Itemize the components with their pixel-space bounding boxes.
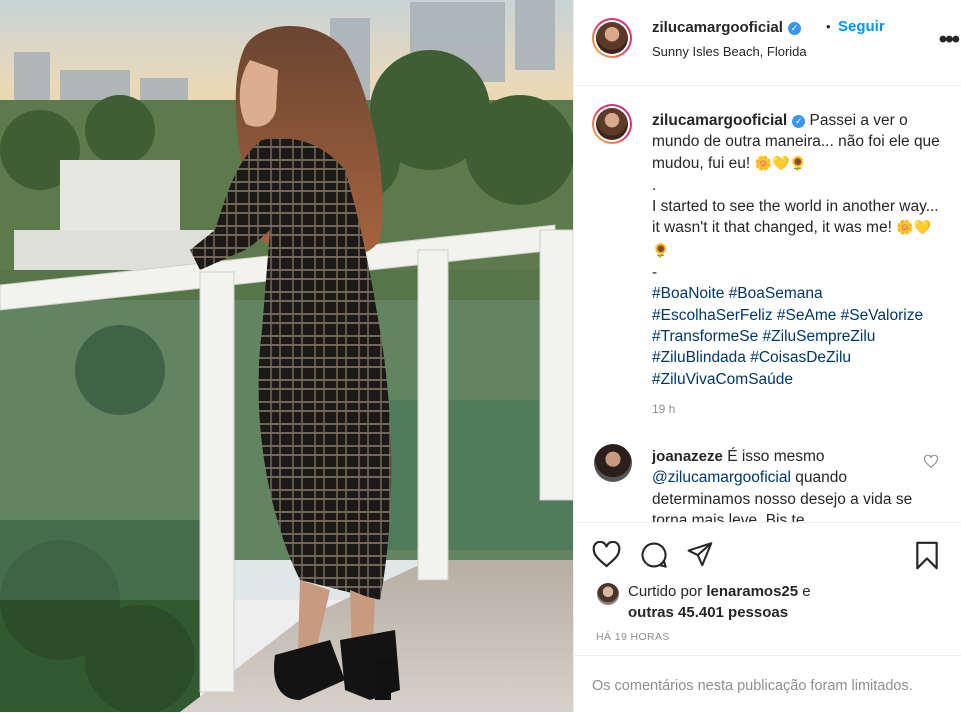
author-avatar[interactable] xyxy=(592,18,632,58)
post-photo[interactable] xyxy=(0,0,574,712)
comment-text: joanazeze É isso mesmo @zilucamargoofici… xyxy=(652,446,914,522)
post-actions: Curtido por lenaramos25 e outras 45.401 … xyxy=(574,522,961,713)
verified-badge-icon: ✓ xyxy=(792,115,806,128)
post-timestamp[interactable]: HÁ 19 HORAS xyxy=(596,631,670,643)
comment-body-start: É isso mesmo xyxy=(727,448,825,465)
header-separator: • xyxy=(826,19,831,34)
share-paper-plane-icon[interactable] xyxy=(686,541,714,568)
caption-username[interactable]: zilucamargooficial ✓ xyxy=(652,112,806,129)
comment-mention[interactable]: @zilucamargooficial xyxy=(652,469,791,486)
likes-conj: e xyxy=(802,583,811,600)
verified-badge-icon: ✓ xyxy=(787,22,801,35)
comment-like-heart-icon[interactable] xyxy=(924,455,938,468)
location-link[interactable]: Sunny Isles Beach, Florida xyxy=(652,44,807,59)
author-username[interactable]: zilucamargooficial ✓ xyxy=(652,19,801,36)
caption-emojis: 🌼💛🌻 xyxy=(754,155,807,172)
comments-section[interactable]: zilucamargooficial ✓ Passei a ver o mundo… xyxy=(574,86,961,522)
caption-text: zilucamargooficial ✓ Passei a ver o mundo… xyxy=(652,110,942,390)
post-header: zilucamargooficial ✓ • Seguir Sunny Isles… xyxy=(574,0,961,86)
post-image xyxy=(0,0,573,712)
more-options-icon[interactable]: ••• xyxy=(939,26,960,54)
likes-prefix: Curtido por xyxy=(628,583,703,600)
commenter-username[interactable]: joanazeze xyxy=(652,448,723,465)
commenter-avatar[interactable] xyxy=(594,444,632,482)
follow-button[interactable]: Seguir xyxy=(838,18,885,35)
comments-limited-notice: Os comentários nesta publicação foram li… xyxy=(574,655,961,713)
caption-timestamp[interactable]: 19 h xyxy=(652,402,675,416)
avatar-image xyxy=(596,108,628,140)
save-bookmark-icon[interactable] xyxy=(914,541,940,570)
liker-username[interactable]: lenaramos25 xyxy=(706,583,798,600)
caption-hashtags[interactable]: #BoaNoite #BoaSemana #EscolhaSerFeliz #S… xyxy=(652,283,942,389)
caption-dot: . xyxy=(652,176,657,194)
instagram-post: zilucamargooficial ✓ • Seguir Sunny Isles… xyxy=(0,0,961,712)
comment-bubble-icon[interactable] xyxy=(640,541,668,569)
like-heart-icon[interactable] xyxy=(592,541,621,568)
caption-username-text[interactable]: zilucamargooficial xyxy=(652,112,787,129)
post-side-panel: zilucamargooficial ✓ • Seguir Sunny Isles… xyxy=(574,0,961,712)
caption-dash: - xyxy=(652,264,658,282)
username-text[interactable]: zilucamargooficial xyxy=(652,19,783,36)
avatar-image xyxy=(596,22,628,54)
likes-count[interactable]: outras 45.401 pessoas xyxy=(628,604,788,621)
caption-avatar[interactable] xyxy=(592,104,632,144)
likes-summary: Curtido por lenaramos25 e outras 45.401 … xyxy=(628,581,811,623)
liker-avatar[interactable] xyxy=(597,583,619,605)
